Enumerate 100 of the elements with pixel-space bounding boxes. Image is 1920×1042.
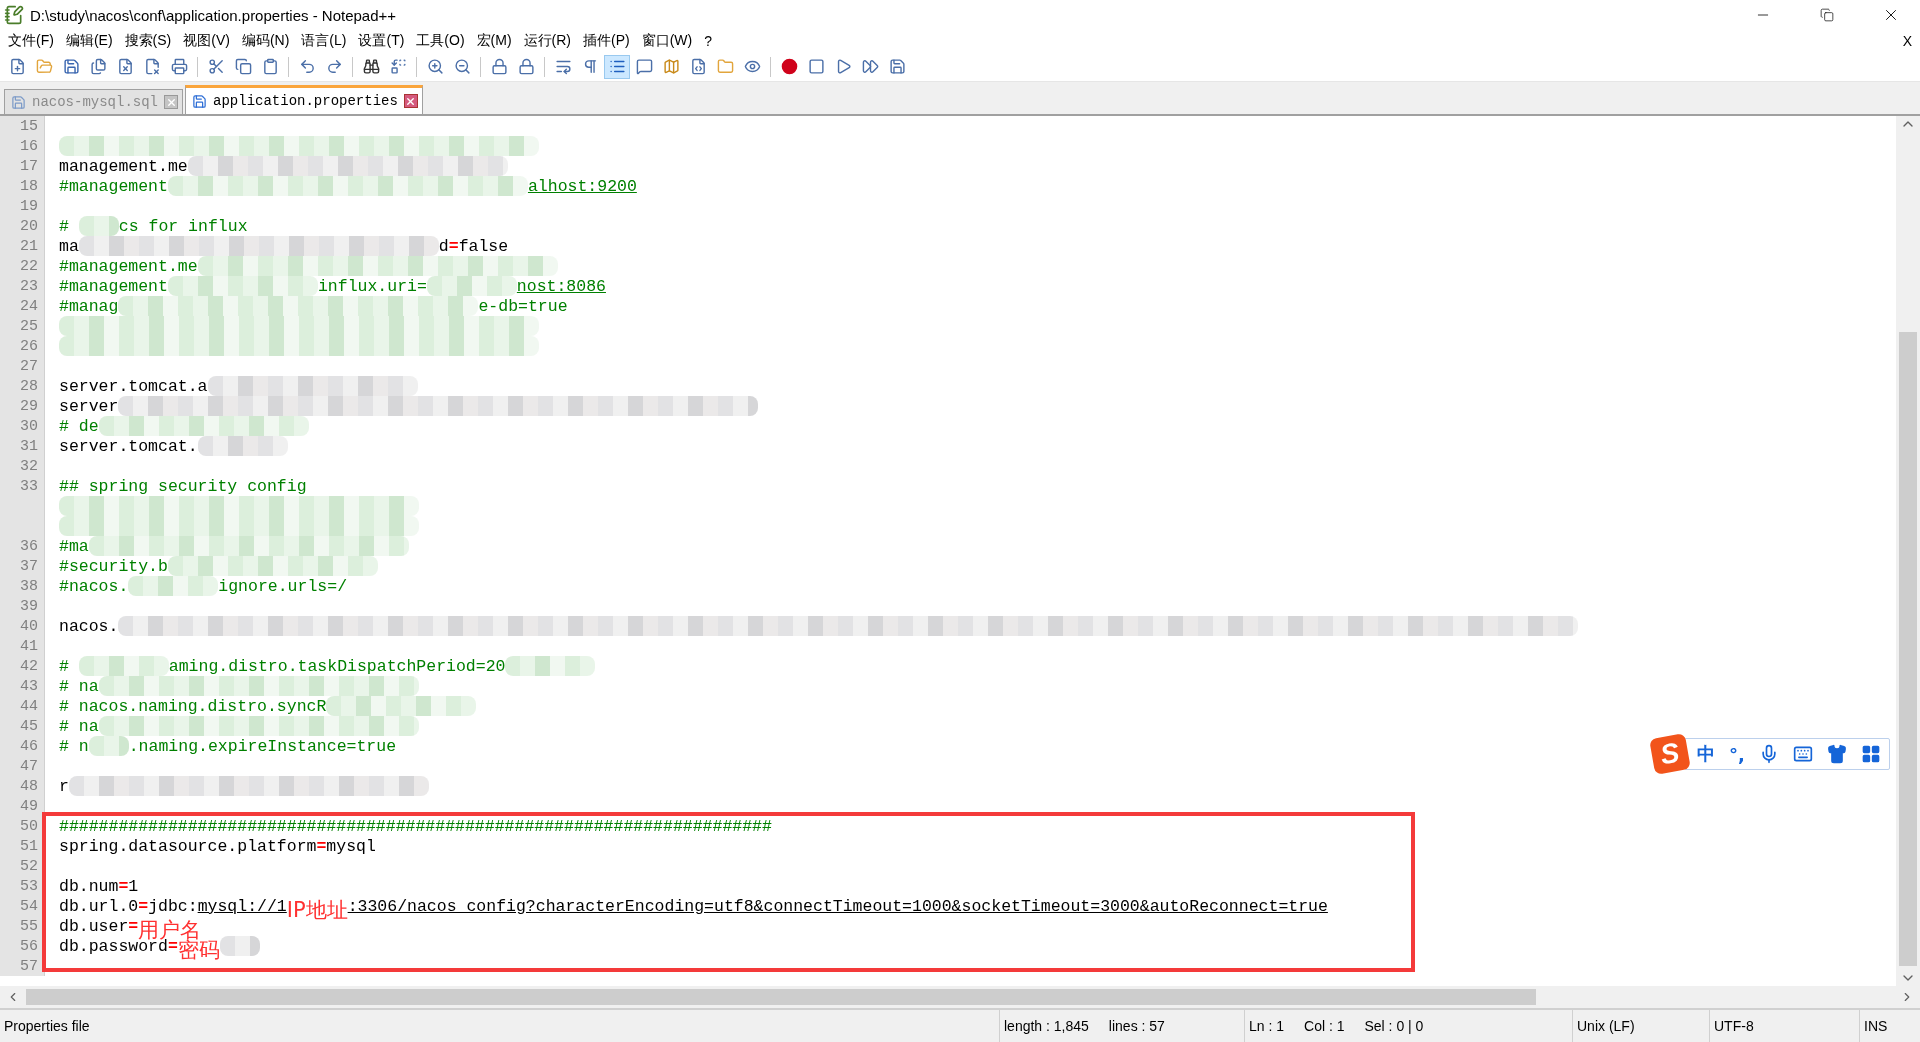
code-text: #management — [59, 176, 168, 196]
zoom-in-icon[interactable] — [426, 58, 444, 75]
code-text: r — [59, 776, 69, 796]
code-text: ma — [59, 236, 79, 256]
code-text: cs for influx — [118, 216, 248, 236]
encoding-label: UTF-8 — [1714, 1018, 1754, 1034]
note-icon[interactable] — [635, 58, 653, 75]
record-icon[interactable] — [780, 58, 798, 75]
input-mode-toggle[interactable]: 中 — [1697, 742, 1715, 766]
menu-item[interactable]: 设置(T) — [354, 32, 413, 50]
line-number: 31 — [0, 436, 44, 456]
keyboard-icon[interactable] — [1792, 744, 1813, 764]
code-text: nost:8086 — [516, 276, 606, 296]
column-position-label: Col : 1 — [1304, 1018, 1345, 1034]
line-number: 52 — [0, 856, 44, 876]
close-icon — [165, 96, 177, 108]
line-number: 25 — [0, 316, 44, 336]
wrap-icon[interactable] — [554, 58, 572, 75]
save-all-icon[interactable] — [89, 58, 107, 75]
code-text: d=false — [438, 236, 509, 256]
paste-icon[interactable] — [261, 58, 279, 75]
line-position-label: Ln : 1 — [1249, 1018, 1285, 1034]
line-number: 36 — [0, 536, 44, 556]
menu-item[interactable]: ? — [700, 33, 721, 49]
code-text: # n — [59, 736, 89, 756]
menu-item[interactable]: 窗口(W) — [637, 32, 701, 50]
undo-icon[interactable] — [298, 58, 316, 75]
code-text: nacos. — [59, 616, 119, 636]
find-icon[interactable] — [362, 58, 380, 75]
redo-icon[interactable] — [325, 58, 343, 75]
function-list-icon[interactable] — [689, 58, 707, 75]
line-number: 57 — [0, 956, 44, 976]
annotation-label: 密码 — [177, 938, 220, 964]
menu-item[interactable]: 文件(F) — [4, 32, 62, 50]
line-number: 46 — [0, 736, 44, 756]
close-file-icon[interactable] — [116, 58, 134, 75]
punctuation-toggle[interactable]: °, — [1729, 743, 1745, 765]
code-text: # nacos.naming.distro.syncR — [59, 696, 327, 716]
selection-label: Sel : 0 | 0 — [1364, 1018, 1424, 1034]
line-number: 30 — [0, 416, 44, 436]
indent-guide-toggle[interactable] — [604, 54, 630, 79]
menu-item[interactable]: 编辑(E) — [61, 32, 121, 50]
code-text: spring.datasource.platform=mysql — [59, 836, 376, 856]
line-number: 45 — [0, 716, 44, 736]
grid-icon[interactable] — [1860, 744, 1881, 764]
shirt-icon[interactable] — [1826, 744, 1847, 764]
annotation-label: IP地址 — [286, 897, 348, 924]
code-text: server — [59, 396, 119, 416]
line-number: 49 — [0, 796, 44, 816]
menu-item[interactable]: 插件(P) — [579, 32, 638, 50]
menu-item[interactable]: 视图(V) — [179, 32, 238, 50]
line-number: 28 — [0, 376, 44, 396]
line-number: 41 — [0, 636, 44, 656]
menu-item[interactable]: 语言(L) — [297, 32, 355, 50]
new-file-icon[interactable] — [8, 58, 26, 75]
close-all-icon[interactable] — [143, 58, 161, 75]
horizontal-scrollbar[interactable] — [0, 986, 1920, 1008]
save-macro-icon[interactable] — [888, 58, 906, 75]
line-number: 50 — [0, 816, 44, 836]
map-icon[interactable] — [662, 58, 680, 75]
line-number: 21 — [0, 236, 44, 256]
code-text: server.tomcat.a — [59, 376, 208, 396]
menu-item[interactable]: 工具(O) — [412, 32, 473, 50]
code-text: # na — [59, 716, 99, 736]
vertical-scrollbar[interactable] — [1896, 116, 1920, 986]
replace-icon[interactable] — [389, 58, 407, 75]
code-text: influx.uri= — [317, 276, 427, 296]
copy-icon[interactable] — [234, 58, 252, 75]
restore-icon[interactable] — [1820, 8, 1834, 22]
line-number: 18 — [0, 176, 44, 196]
line-number: 54 — [0, 896, 44, 916]
line-number: 55 — [0, 916, 44, 936]
zoom-out-icon[interactable] — [453, 58, 471, 75]
close-document-button[interactable]: X — [1902, 33, 1920, 49]
line-number: 29 — [0, 396, 44, 416]
menu-item[interactable]: 宏(M) — [472, 32, 520, 50]
file-tab[interactable]: application.properties — [185, 85, 423, 114]
line-number: 20 — [0, 216, 44, 236]
stop-icon[interactable] — [807, 58, 825, 75]
lock-icon[interactable] — [517, 58, 535, 75]
print-icon[interactable] — [170, 58, 188, 75]
fast-forward-icon[interactable] — [861, 58, 879, 75]
code-text: #manag — [59, 296, 119, 316]
line-number: 40 — [0, 616, 44, 636]
line-number: 16 — [0, 136, 44, 156]
close-tab-button[interactable] — [164, 95, 179, 109]
code-text: ignore.urls=/ — [218, 576, 348, 596]
line-number: 17 — [0, 156, 44, 176]
line-number: 43 — [0, 676, 44, 696]
code-text: alhost:9200 — [527, 176, 637, 196]
menu-item[interactable]: 编码(N) — [237, 32, 298, 50]
eye-icon[interactable] — [743, 58, 761, 75]
close-tab-button[interactable] — [403, 94, 418, 108]
menu-item[interactable]: 搜索(S) — [120, 32, 180, 50]
line-number: 38 — [0, 576, 44, 596]
cut-icon[interactable] — [207, 58, 225, 75]
save-icon[interactable] — [62, 58, 80, 75]
lock-icon[interactable] — [490, 58, 508, 75]
line-number: 44 — [0, 696, 44, 716]
menu-item[interactable]: 运行(R) — [519, 32, 579, 50]
